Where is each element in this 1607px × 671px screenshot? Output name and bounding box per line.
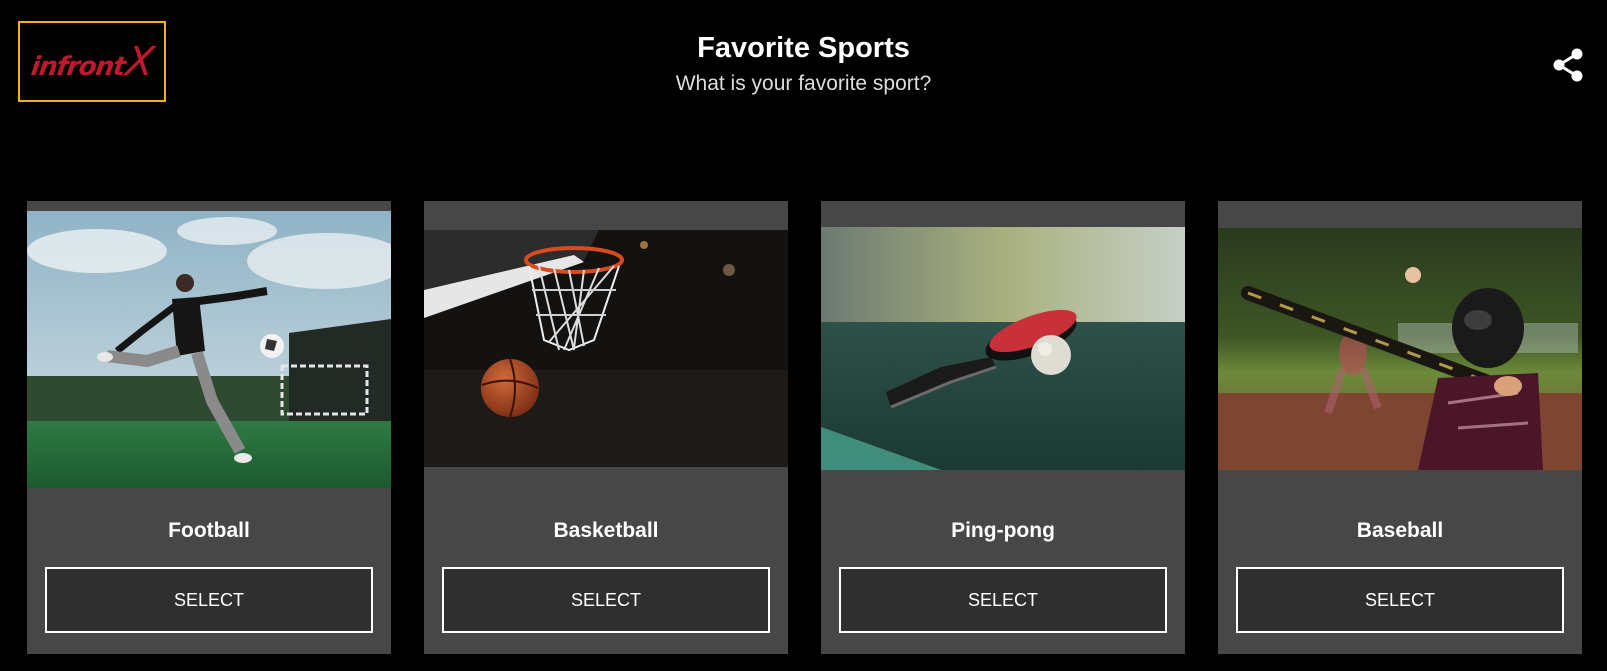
card-name: Baseball [1356,519,1444,542]
football-image [27,211,391,488]
card-name: Basketball [553,519,659,542]
card-football[interactable]: Football SELECT [27,201,391,654]
card-ping-pong[interactable]: Ping-pong SELECT [821,201,1185,654]
select-basketball-button[interactable]: SELECT [442,567,770,633]
card-name: Ping-pong [951,519,1055,542]
page-header: Favorite Sports What is your favorite sp… [0,30,1607,97]
card-basketball[interactable]: Basketball SELECT [424,201,788,654]
select-baseball-button[interactable]: SELECT [1236,567,1564,633]
basketball-image [424,230,788,467]
card-baseball[interactable]: Baseball SELECT [1218,201,1582,654]
card-name: Football [168,519,250,542]
share-button[interactable] [1550,45,1586,85]
share-icon [1553,48,1583,82]
ping-pong-image [821,227,1185,470]
select-football-button[interactable]: SELECT [45,567,373,633]
page-title: Favorite Sports [697,32,910,64]
page-subtitle: What is your favorite sport? [675,72,932,95]
select-ping-pong-button[interactable]: SELECT [839,567,1167,633]
baseball-image [1218,228,1582,470]
